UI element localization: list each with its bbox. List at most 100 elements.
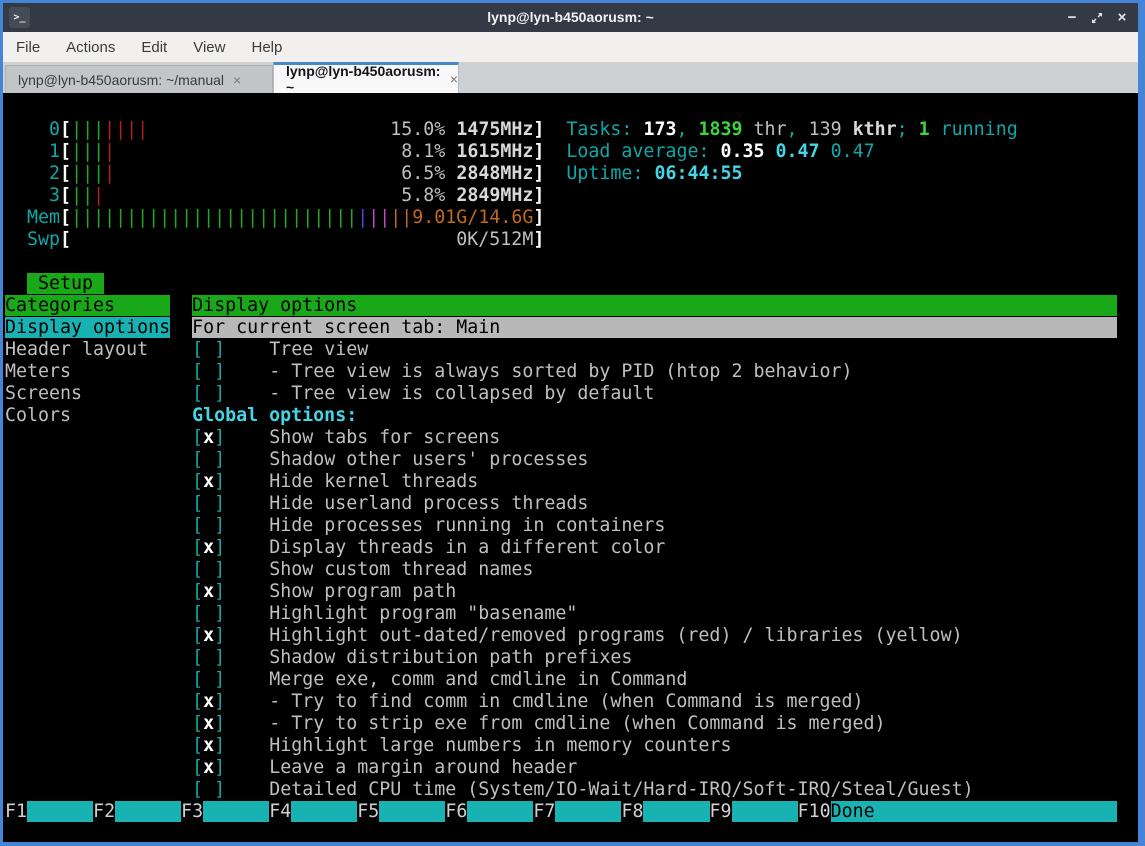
fkey-f3-label[interactable] bbox=[203, 801, 269, 822]
text-segment: Mem bbox=[27, 207, 60, 228]
option-shadow-other-users-processes[interactable]: [ ] Shadow other users' processes bbox=[192, 449, 588, 470]
menu-item-edit[interactable]: Edit bbox=[137, 39, 171, 56]
text-segment bbox=[5, 735, 170, 756]
checkbox-bracket: [ bbox=[192, 735, 203, 756]
option-tree-view[interactable]: [ ] Tree view bbox=[192, 339, 368, 360]
fkey-f9[interactable]: F9 bbox=[710, 801, 732, 822]
option-highlight-large-numbers-in-memory-counters[interactable]: [x] Highlight large numbers in memory co… bbox=[192, 735, 731, 756]
tab-manual[interactable]: lynp@lyn-b450aorusm: ~/manual × bbox=[5, 65, 273, 93]
checkbox-bracket: ] bbox=[214, 603, 225, 624]
fkey-f1[interactable]: F1 bbox=[5, 801, 27, 822]
option-hide-userland-process-threads[interactable]: [ ] Hide userland process threads bbox=[192, 493, 588, 514]
text-segment bbox=[170, 515, 192, 536]
text-segment bbox=[225, 559, 269, 580]
option-tree-view-is-collapsed-by-default[interactable]: [ ] - Tree view is collapsed by default bbox=[192, 383, 654, 404]
setup-row: Screens [ ] - Tree view is collapsed by … bbox=[5, 383, 654, 405]
category-item-display-options[interactable]: Display options bbox=[5, 317, 170, 338]
setup-tab[interactable]: Setup bbox=[27, 273, 104, 294]
checkbox-bracket: [ bbox=[192, 537, 203, 558]
option-show-program-path[interactable]: [x] Show program path bbox=[192, 581, 456, 602]
option-label: Hide processes running in containers bbox=[269, 515, 665, 536]
minimize-button[interactable]: − bbox=[1064, 10, 1080, 26]
option-highlight-program-basename[interactable]: [ ] Highlight program "basename" bbox=[192, 603, 577, 624]
setup-row: [ ] Shadow distribution path prefixes bbox=[5, 647, 632, 669]
fkey-f9-label[interactable] bbox=[732, 801, 798, 822]
setup-row: [ ] Shadow other users' processes bbox=[5, 449, 588, 471]
category-item-header-layout[interactable]: Header layout bbox=[5, 339, 170, 360]
option-show-custom-thread-names[interactable]: [ ] Show custom thread names bbox=[192, 559, 533, 580]
checkbox-bracket: [ bbox=[192, 383, 203, 404]
tab-home-active[interactable]: lynp@lyn-b450aorusm: ~ × bbox=[273, 62, 459, 93]
fkey-f7[interactable]: F7 bbox=[533, 801, 555, 822]
checkbox-bracket: ] bbox=[214, 449, 225, 470]
close-button[interactable]: × bbox=[1114, 10, 1130, 26]
category-item-colors[interactable]: Colors bbox=[5, 405, 170, 426]
option-detailed-cpu-time-system-io-wait-hard-irq-[interactable]: [ ] Detailed CPU time (System/IO-Wait/Ha… bbox=[192, 779, 973, 800]
text-segment: ] bbox=[533, 207, 544, 228]
text-segment: ] bbox=[533, 229, 544, 250]
fkey-f4[interactable]: F4 bbox=[269, 801, 291, 822]
tab-close-icon[interactable]: × bbox=[450, 71, 458, 87]
option-display-threads-in-a-different-color[interactable]: [x] Display threads in a different color bbox=[192, 537, 665, 558]
fkey-f6-label[interactable] bbox=[467, 801, 533, 822]
checkbox-unchecked bbox=[203, 669, 214, 690]
menubar: File Actions Edit View Help bbox=[3, 32, 1138, 62]
text-segment bbox=[225, 757, 269, 778]
text-segment: Swp bbox=[27, 229, 60, 250]
menu-item-view[interactable]: View bbox=[189, 39, 229, 56]
fkey-f10[interactable]: F10 bbox=[798, 801, 831, 822]
option-hide-kernel-threads[interactable]: [x] Hide kernel threads bbox=[192, 471, 478, 492]
menu-item-help[interactable]: Help bbox=[247, 39, 286, 56]
text-segment bbox=[5, 647, 170, 668]
option-label: Shadow other users' processes bbox=[269, 449, 588, 470]
checkbox-bracket: [ bbox=[192, 515, 203, 536]
text-segment bbox=[225, 603, 269, 624]
fkey-f8-label[interactable] bbox=[643, 801, 709, 822]
checkbox-bracket: [ bbox=[192, 449, 203, 470]
text-segment bbox=[115, 141, 390, 162]
fkey-f10-label[interactable]: Done bbox=[831, 801, 1117, 822]
option-try-to-find-comm-in-cmdline-when-command-i[interactable]: [x] - Try to find comm in cmdline (when … bbox=[192, 691, 863, 712]
fkey-f7-label[interactable] bbox=[555, 801, 621, 822]
terminal-screen[interactable]: 0[||||||| 15.0% 1475MHz] Tasks: 173, 183… bbox=[3, 93, 1138, 842]
checkbox-bracket: ] bbox=[214, 339, 225, 360]
maximize-restore-button[interactable] bbox=[1089, 10, 1105, 26]
option-tree-view-is-always-sorted-by-pid-htop-2-b[interactable]: [ ] - Tree view is always sorted by PID … bbox=[192, 361, 852, 382]
category-item-meters[interactable]: Meters bbox=[5, 361, 170, 382]
fkey-f4-label[interactable] bbox=[291, 801, 357, 822]
fkey-f2[interactable]: F2 bbox=[93, 801, 115, 822]
fkey-f1-label[interactable] bbox=[27, 801, 93, 822]
option-try-to-strip-exe-from-cmdline-when-command[interactable]: [x] - Try to strip exe from cmdline (whe… bbox=[192, 713, 885, 734]
checkbox-bracket: ] bbox=[214, 735, 225, 756]
category-item-screens[interactable]: Screens bbox=[5, 383, 170, 404]
text-segment bbox=[5, 229, 27, 250]
option-hide-processes-running-in-containers[interactable]: [ ] Hide processes running in containers bbox=[192, 515, 665, 536]
fkey-f6[interactable]: F6 bbox=[445, 801, 467, 822]
option-label: Detailed CPU time (System/IO-Wait/Hard-I… bbox=[269, 779, 973, 800]
option-label: Merge exe, comm and cmdline in Command bbox=[269, 669, 687, 690]
option-leave-a-margin-around-header[interactable]: [x] Leave a margin around header bbox=[192, 757, 577, 778]
text-segment: [ bbox=[60, 185, 71, 206]
option-merge-exe-comm-and-cmdline-in-command[interactable]: [ ] Merge exe, comm and cmdline in Comma… bbox=[192, 669, 687, 690]
tab-label: lynp@lyn-b450aorusm: ~/manual bbox=[18, 72, 224, 88]
tab-close-icon[interactable]: × bbox=[233, 72, 241, 88]
menu-item-file[interactable]: File bbox=[12, 39, 44, 56]
tab-label: lynp@lyn-b450aorusm: ~ bbox=[286, 63, 441, 95]
fkey-f2-label[interactable] bbox=[115, 801, 181, 822]
checkbox-bracket: [ bbox=[192, 339, 203, 360]
text-segment: 0.47 bbox=[776, 141, 820, 162]
fkey-f5[interactable]: F5 bbox=[357, 801, 379, 822]
menu-item-actions[interactable]: Actions bbox=[62, 39, 119, 56]
checkbox-bracket: ] bbox=[214, 713, 225, 734]
text-segment bbox=[5, 163, 27, 184]
fkey-f5-label[interactable] bbox=[379, 801, 445, 822]
fkey-f3[interactable]: F3 bbox=[181, 801, 203, 822]
setup-row: [ ] Merge exe, comm and cmdline in Comma… bbox=[5, 669, 687, 691]
fkey-f8[interactable]: F8 bbox=[621, 801, 643, 822]
text-segment bbox=[170, 735, 192, 756]
option-label: - Try to strip exe from cmdline (when Co… bbox=[269, 713, 885, 734]
option-show-tabs-for-screens[interactable]: [x] Show tabs for screens bbox=[192, 427, 500, 448]
option-highlight-out-dated-removed-programs-red-l[interactable]: [x] Highlight out-dated/removed programs… bbox=[192, 625, 962, 646]
option-shadow-distribution-path-prefixes[interactable]: [ ] Shadow distribution path prefixes bbox=[192, 647, 632, 668]
titlebar[interactable]: >_ lynp@lyn-b450aorusm: ~ − × bbox=[3, 3, 1138, 32]
